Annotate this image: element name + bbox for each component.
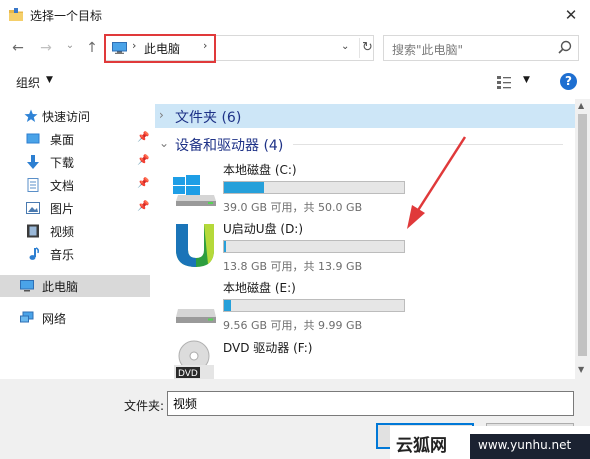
sidebar-item-this-pc[interactable]: 此电脑 [0, 275, 150, 297]
annotation-arrow [407, 136, 467, 229]
sidebar-item-label: 网络 [42, 312, 67, 326]
drive-free-space: 13.8 GB 可用，共 13.9 GB [223, 260, 363, 273]
chevron-down-icon[interactable]: ⌄ [159, 136, 169, 150]
drive-free-space: 39.0 GB 可用，共 50.0 GB [223, 201, 363, 214]
help-icon[interactable]: ? [560, 73, 577, 90]
sidebar-item-videos[interactable]: 视频 [0, 220, 150, 242]
watermark-brand: 云狐网 [396, 436, 447, 456]
u-boot-drive-icon [176, 224, 214, 267]
view-options-icon[interactable] [496, 74, 512, 90]
watermark-url: www.yunhu.net [470, 434, 590, 459]
group-title: 文件夹 (6) [175, 110, 242, 126]
dvd-drive-icon: DVD [174, 340, 214, 379]
watermark: 云狐网 www.yunhu.net [390, 426, 590, 459]
sidebar-item-downloads[interactable]: 下载 📌 [0, 151, 150, 173]
drive-usage-bar [223, 181, 405, 194]
address-highlight-annotation [104, 34, 216, 63]
pin-icon: 📌 [137, 155, 150, 166]
drive-name: 本地磁盘 (C:) [223, 163, 297, 177]
close-button[interactable]: ✕ [560, 4, 582, 26]
sidebar-item-desktop[interactable]: 桌面 📌 [0, 128, 150, 150]
video-icon [27, 224, 39, 238]
up-button[interactable]: ↑ [84, 39, 100, 57]
group-header-devices[interactable]: ⌄ 设备和驱动器 (4) [155, 132, 575, 156]
desktop-icon [26, 133, 40, 144]
scroll-up-button[interactable]: ▲ [578, 101, 584, 110]
document-icon [27, 178, 39, 192]
navigation-pane: 快速访问 桌面 📌 下载 📌 文档 📌 图片 📌 视频 音乐 此电脑 网络 [0, 99, 150, 379]
drive-usage-fill [224, 182, 264, 193]
folder-name-input[interactable] [167, 391, 574, 416]
scroll-thumb[interactable] [578, 114, 587, 356]
sidebar-item-quick-access[interactable]: 快速访问 [0, 105, 150, 127]
drive-usage-bar [223, 240, 405, 253]
sidebar-item-label: 此电脑 [42, 280, 79, 294]
drive-name: DVD 驱动器 (F:) [223, 341, 313, 355]
back-button[interactable]: ← [10, 39, 26, 57]
navigation-bar: ← → ⌄ ↑ › 此电脑 › ⌄ ↻ 搜索"此电脑" [0, 31, 590, 67]
title-bar: 选择一个目标 ✕ [0, 0, 590, 31]
forward-button[interactable]: → [38, 39, 54, 57]
search-icon[interactable] [558, 40, 572, 54]
organize-button[interactable]: 组织 [16, 74, 40, 91]
sidebar-item-documents[interactable]: 文档 📌 [0, 174, 150, 196]
pin-icon: 📌 [137, 132, 150, 143]
sidebar-item-label: 桌面 [50, 133, 75, 147]
sidebar-item-music[interactable]: 音乐 [0, 243, 150, 265]
vertical-scrollbar[interactable]: ▲ ▼ [575, 99, 590, 379]
search-box[interactable]: 搜索"此电脑" [383, 35, 579, 61]
sidebar-item-label: 音乐 [50, 248, 75, 262]
drive-free-space: 9.56 GB 可用，共 9.99 GB [223, 319, 363, 332]
drive-item-e[interactable]: 本地磁盘 (E:) 9.56 GB 可用，共 9.99 GB [170, 279, 570, 337]
sidebar-item-label: 文档 [50, 179, 75, 193]
chevron-down-icon[interactable]: ▼ [523, 75, 530, 85]
chevron-right-icon[interactable]: › [159, 108, 164, 122]
windows-drive-icon [173, 175, 216, 206]
drive-usage-fill [224, 300, 232, 311]
drive-usage-fill [224, 241, 226, 252]
sidebar-item-label: 图片 [50, 202, 75, 216]
computer-icon [20, 280, 34, 292]
network-icon [20, 311, 34, 323]
star-icon [24, 109, 38, 122]
music-icon [29, 247, 39, 260]
picture-icon [26, 202, 40, 214]
toolbar: 组织 ▼ ▼ ? [0, 67, 590, 97]
folder-icon [9, 8, 23, 21]
drive-item-d[interactable]: U启动U盘 (D:) 13.8 GB 可用，共 13.9 GB [170, 220, 570, 278]
drive-item-c[interactable]: 本地磁盘 (C:) 39.0 GB 可用，共 50.0 GB [170, 161, 570, 219]
drive-name: 本地磁盘 (E:) [223, 281, 296, 295]
hard-drive-icon [176, 309, 216, 323]
sidebar-item-network[interactable]: 网络 [0, 307, 150, 329]
drive-name: U启动U盘 (D:) [223, 222, 304, 236]
drive-usage-bar [223, 299, 405, 312]
pin-icon: 📌 [137, 178, 150, 189]
file-list-pane: › 文件夹 (6) ⌄ 设备和驱动器 (4) 本地磁盘 (C:) 39.0 GB… [155, 99, 575, 379]
sidebar-item-label: 快速访问 [42, 110, 91, 124]
group-header-folders[interactable]: › 文件夹 (6) [155, 104, 575, 128]
pin-icon: 📌 [137, 201, 150, 212]
sidebar-item-pictures[interactable]: 图片 📌 [0, 197, 150, 219]
sidebar-item-label: 下载 [50, 156, 75, 170]
scroll-down-button[interactable]: ▼ [578, 365, 584, 374]
folder-label: 文件夹: [124, 399, 165, 413]
address-dropdown-button[interactable]: ⌄ [341, 41, 349, 52]
download-icon [27, 155, 39, 169]
group-title: 设备和驱动器 (4) [175, 138, 284, 154]
drive-item-f[interactable]: DVD DVD 驱动器 (F:) [170, 339, 570, 379]
chevron-down-icon[interactable]: ▼ [46, 75, 53, 85]
recent-locations-button[interactable]: ⌄ [62, 37, 78, 55]
refresh-button[interactable]: ↻ [359, 38, 375, 58]
search-placeholder[interactable]: 搜索"此电脑" [392, 41, 463, 58]
sidebar-item-label: 视频 [50, 225, 75, 239]
svg-text:DVD: DVD [178, 369, 198, 379]
window-title: 选择一个目标 [30, 9, 103, 23]
